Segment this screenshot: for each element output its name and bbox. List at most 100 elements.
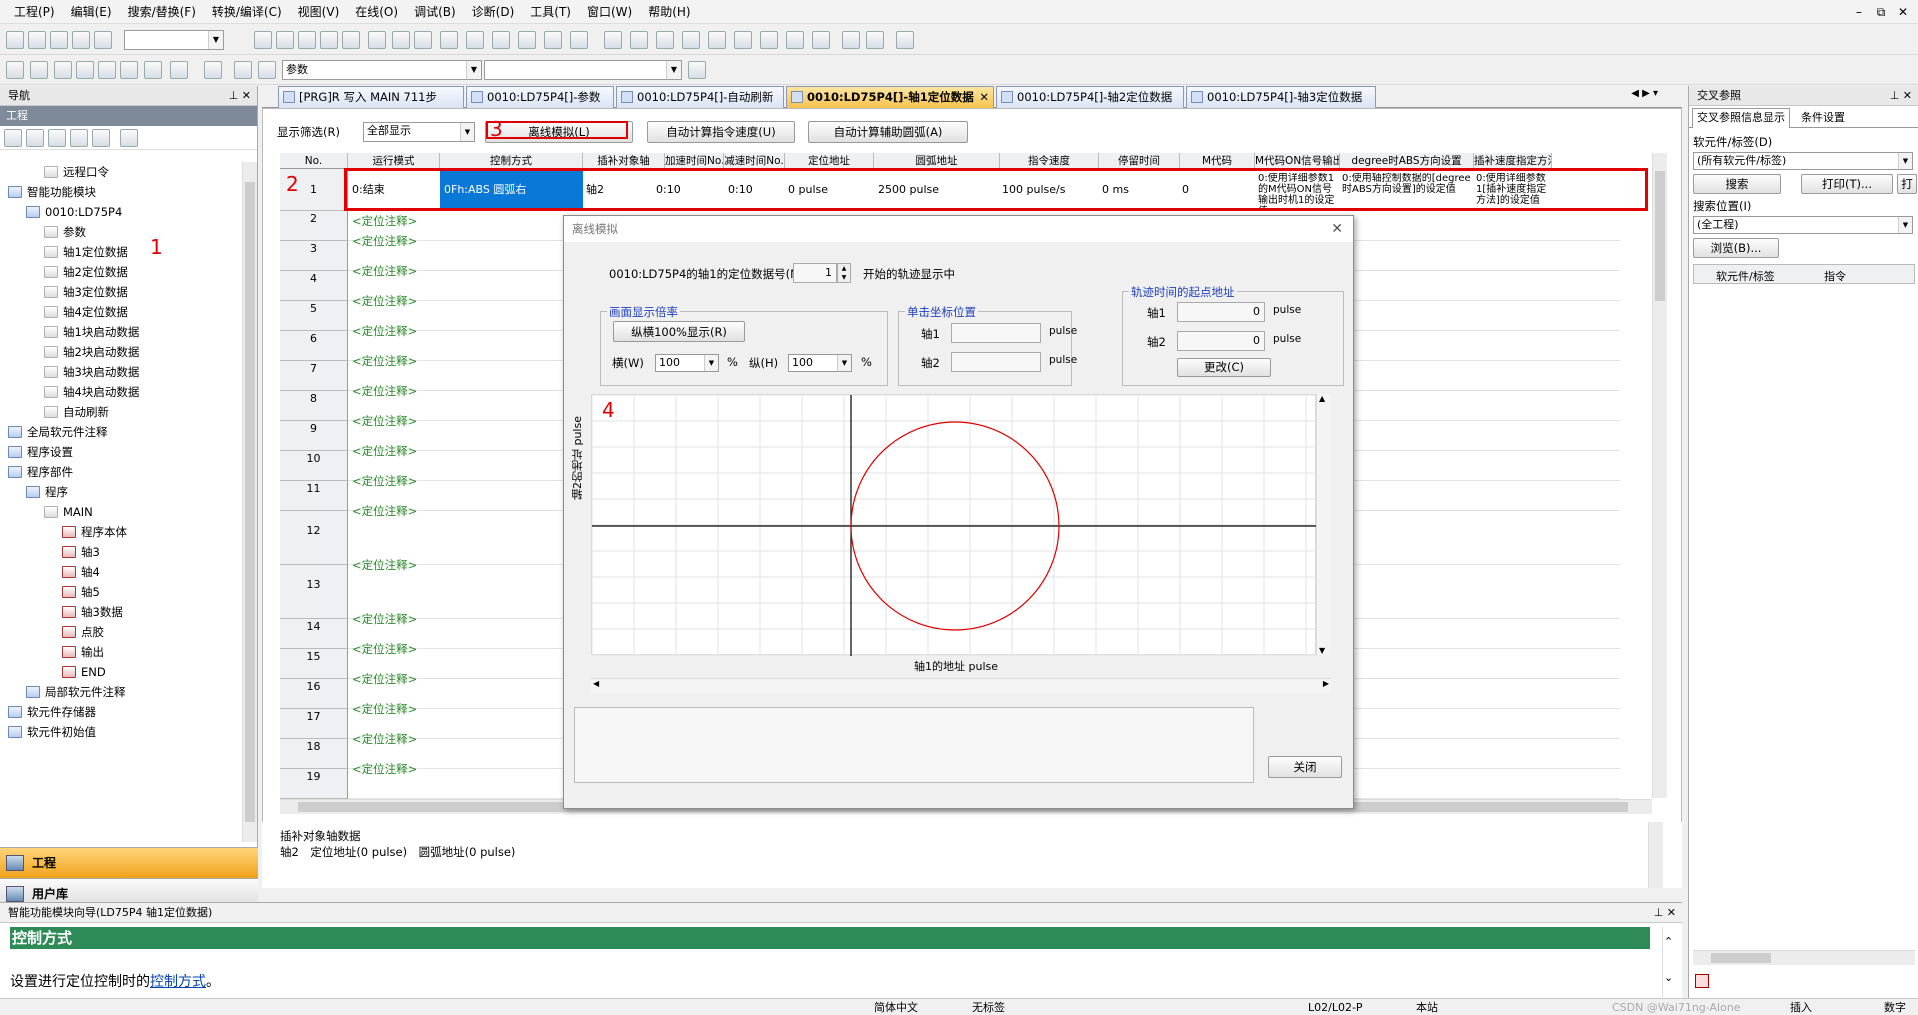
row-number[interactable]: 19 xyxy=(280,769,348,799)
zoom-100-button[interactable]: 纵横100%显示(R) xyxy=(613,321,745,342)
fbd-icon[interactable] xyxy=(392,31,410,49)
page-icon[interactable] xyxy=(688,61,706,79)
close-icon[interactable]: ✕ xyxy=(1892,0,1914,24)
row-number[interactable]: 14 xyxy=(280,619,348,649)
tree-item[interactable]: 轴4 xyxy=(62,562,100,582)
row-number[interactable]: 17 xyxy=(280,709,348,739)
tree-item[interactable]: 轴1定位数据 xyxy=(44,242,128,262)
menu-item-9[interactable]: 窗口(W) xyxy=(579,0,640,24)
help-icon[interactable] xyxy=(94,31,112,49)
doc-tab[interactable]: 0010:LD75P4[]-轴3定位数据 xyxy=(1186,86,1376,108)
menu-item-8[interactable]: 工具(T) xyxy=(522,0,579,24)
pin-close-icon[interactable]: ⊥ ✕ xyxy=(1654,903,1676,923)
tree-item[interactable]: 程序设置 xyxy=(8,442,73,462)
new-icon[interactable] xyxy=(4,129,22,147)
tree-item[interactable]: 轴3 xyxy=(62,542,100,562)
view-tool-2-icon[interactable] xyxy=(54,61,72,79)
toolbar-combo-1[interactable]: ▼ xyxy=(124,30,224,50)
menu-item-7[interactable]: 诊断(D) xyxy=(464,0,523,24)
row-number[interactable]: 16 xyxy=(280,679,348,709)
tree-item[interactable]: 远程口令 xyxy=(44,162,109,182)
view-tool-5-icon[interactable] xyxy=(120,61,138,79)
replace-icon[interactable] xyxy=(492,31,510,49)
toolbar-combo-2[interactable]: ▼ xyxy=(484,60,682,80)
tree-item[interactable]: MAIN xyxy=(44,502,93,522)
refresh-icon[interactable] xyxy=(92,129,110,147)
change-button[interactable]: 更改(C) xyxy=(1177,358,1271,377)
filter-select[interactable]: 全部显示 ▼ xyxy=(363,122,475,142)
tree-item[interactable]: 智能功能模块 xyxy=(8,182,96,202)
copy-icon[interactable] xyxy=(48,129,66,147)
paste-icon[interactable] xyxy=(298,31,316,49)
doc-tab[interactable]: 0010:LD75P4[]-轴1定位数据 ✕ xyxy=(786,86,994,108)
xref-search-button[interactable]: 搜索 xyxy=(1693,174,1781,194)
tree-item[interactable]: 软元件初始值 xyxy=(8,722,96,742)
open-icon[interactable] xyxy=(28,31,46,49)
monitor-icon[interactable] xyxy=(682,31,700,49)
device-icon[interactable] xyxy=(734,31,752,49)
bookmark-icon[interactable] xyxy=(544,31,562,49)
tree-item[interactable]: 轴3块启动数据 xyxy=(44,362,139,382)
tab-condition[interactable]: 条件设置 xyxy=(1797,110,1849,126)
row-number[interactable]: 10 xyxy=(280,451,348,481)
view-tool-0-icon[interactable] xyxy=(6,61,24,79)
tab-scroll-icon[interactable]: ◀ ▶ ▾ xyxy=(1631,88,1658,99)
tree-item[interactable]: 输出 xyxy=(62,642,104,662)
row-number[interactable]: 5 xyxy=(280,301,348,331)
row-number[interactable]: 6 xyxy=(280,331,348,361)
menu-item-3[interactable]: 转换/编译(C) xyxy=(204,0,290,24)
simulate-icon[interactable] xyxy=(708,31,726,49)
st-icon[interactable] xyxy=(440,31,458,49)
row-number[interactable]: 3 xyxy=(280,241,348,271)
interp-scroll[interactable] xyxy=(1648,822,1663,888)
verify-icon[interactable] xyxy=(656,31,674,49)
read-icon[interactable] xyxy=(630,31,648,49)
close-icon[interactable]: ✕ xyxy=(1331,216,1343,242)
close-button[interactable]: 关闭 xyxy=(1268,756,1342,778)
restore-icon[interactable]: ⧉ xyxy=(1870,0,1892,24)
menu-item-0[interactable]: 工程(P) xyxy=(6,0,63,24)
tree-item[interactable]: 软元件存储器 xyxy=(8,702,96,722)
view-tool-9-icon[interactable] xyxy=(234,61,252,79)
row-number[interactable]: 11 xyxy=(280,481,348,511)
tree-item[interactable]: 参数 xyxy=(44,222,86,242)
plot-hscroll[interactable]: ◀ ▶ xyxy=(591,678,1331,693)
row-number[interactable]: 8 xyxy=(280,391,348,421)
tree-item[interactable]: 自动刷新 xyxy=(44,402,109,422)
sfc-icon[interactable] xyxy=(414,31,432,49)
save-icon[interactable] xyxy=(50,31,68,49)
parameter-combo[interactable]: 参数 ▼ xyxy=(282,60,482,80)
view-tool-3-icon[interactable] xyxy=(76,61,94,79)
menu-item-2[interactable]: 搜索/替换(F) xyxy=(120,0,204,24)
row-number[interactable]: 9 xyxy=(280,421,348,451)
tree-item[interactable]: 点胶 xyxy=(62,622,104,642)
tree-item[interactable]: 轴1块启动数据 xyxy=(44,322,139,342)
param-icon[interactable] xyxy=(812,31,830,49)
folder-icon[interactable] xyxy=(26,129,44,147)
menu-item-1[interactable]: 编辑(E) xyxy=(63,0,120,24)
tree-item[interactable]: 轴3数据 xyxy=(62,602,123,622)
row-number[interactable]: 2 xyxy=(280,211,348,241)
view-tool-8-icon[interactable] xyxy=(204,61,222,79)
nav-pane-button[interactable]: 工程 xyxy=(0,847,258,878)
doc-tab[interactable]: 0010:LD75P4[]-自动刷新 xyxy=(616,86,784,108)
xref-browse-button[interactable]: 浏览(B)... xyxy=(1693,238,1779,258)
minimize-icon[interactable]: – xyxy=(1848,0,1870,24)
zoom-v-select[interactable]: 100 ▼ xyxy=(788,354,852,372)
trajectory-plot[interactable] xyxy=(591,394,1317,656)
ladder-icon[interactable] xyxy=(368,31,386,49)
tree-item[interactable]: 轴5 xyxy=(62,582,100,602)
pin-close-icon[interactable]: ⊥ ✕ xyxy=(229,86,251,106)
row-number[interactable]: 15 xyxy=(280,649,348,679)
doc-tab[interactable]: [PRG]R 写入 MAIN 711步 xyxy=(278,86,464,108)
menu-item-10[interactable]: 帮助(H) xyxy=(640,0,698,24)
view-tool-10-icon[interactable] xyxy=(258,61,276,79)
tree-item[interactable]: 轴2块启动数据 xyxy=(44,342,139,362)
tree-item[interactable]: 程序本体 xyxy=(62,522,127,542)
xref-print-button[interactable]: 打印(T)... xyxy=(1801,174,1893,194)
menu-item-5[interactable]: 在线(O) xyxy=(347,0,406,24)
xref-print2-button[interactable]: 打 xyxy=(1897,174,1917,194)
zoom-h-select[interactable]: 100 ▼ xyxy=(655,354,719,372)
start-axis2-input[interactable]: 0 xyxy=(1177,331,1265,351)
undo-icon[interactable] xyxy=(320,31,338,49)
